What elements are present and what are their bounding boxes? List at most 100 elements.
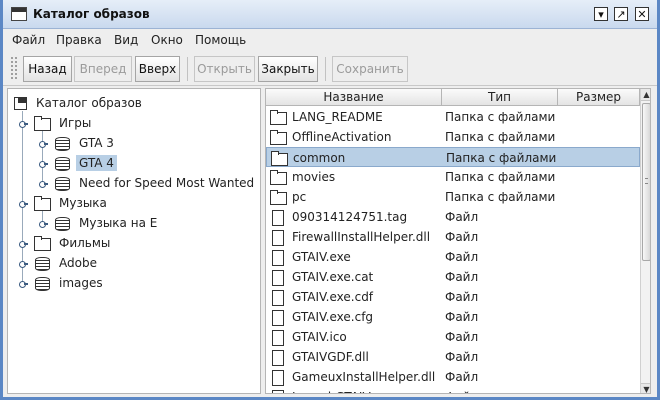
tree-node-label: GTA 3 [79, 136, 114, 150]
file-name: GTAIV.ico [292, 330, 347, 344]
expand-key-icon[interactable] [39, 161, 48, 168]
tree-node-nfs[interactable]: Need for Speed Most Wanted [54, 174, 257, 192]
table-row[interactable]: LaunchGTAIV.exe Файл [266, 387, 640, 393]
table-row[interactable]: GTAIVGDF.dll Файл [266, 347, 640, 367]
disk-icon [54, 216, 70, 231]
tree-node-adobe[interactable]: Adobe [34, 254, 100, 272]
title-bar[interactable]: Каталог образов ▾ ↗ ✕ [3, 0, 657, 29]
file-name: GTAIV.exe [292, 250, 351, 264]
expand-key-icon[interactable] [39, 141, 48, 148]
table-row[interactable]: OfflineActivation Папка с файлами [266, 127, 640, 147]
window-icon [11, 7, 27, 21]
vertical-scrollbar[interactable]: ▲ ▼ [640, 89, 650, 393]
expand-key-icon[interactable] [39, 181, 48, 188]
table-row[interactable]: FirewallInstallHelper.dll Файл [266, 227, 640, 247]
menu-bar: Файл Правка Вид Окно Помощь [3, 29, 657, 51]
file-icon [270, 390, 286, 393]
cell-type: Папка с файлами [445, 190, 556, 204]
open-button[interactable]: Открыть [194, 56, 255, 82]
tree-node-films[interactable]: Фильмы [34, 234, 113, 252]
table-row[interactable]: GTAIV.ico Файл [266, 327, 640, 347]
folder-icon [34, 116, 51, 131]
tree-node-label: Фильмы [59, 236, 111, 250]
file-table[interactable]: Название Тип Размер LANG_README Папка с ф… [265, 88, 651, 394]
table-row[interactable]: GameuxInstallHelper.dll Файл [266, 367, 640, 387]
tree-node-music-e[interactable]: Музыка на E [54, 214, 160, 232]
scroll-down-icon[interactable]: ▼ [641, 383, 650, 393]
cell-type: Файл [445, 350, 479, 364]
cell-name: movies [270, 170, 335, 185]
file-icon [270, 250, 286, 266]
forward-button[interactable]: Вперед [74, 56, 132, 82]
menu-window[interactable]: Окно [151, 33, 183, 47]
tree-root[interactable]: Каталог образов [14, 94, 145, 112]
expand-key-icon[interactable] [39, 221, 48, 228]
file-name: pc [292, 190, 307, 204]
menu-view[interactable]: Вид [114, 33, 138, 47]
expand-key-icon[interactable] [19, 261, 28, 268]
maximize-icon[interactable]: ↗ [614, 7, 628, 21]
disk-icon [54, 176, 70, 191]
file-name: common [293, 151, 346, 165]
column-header-name[interactable]: Название [266, 89, 442, 106]
close-button[interactable]: Закрыть [258, 56, 318, 82]
file-icon [270, 330, 286, 346]
cell-name: GTAIV.exe.cat [270, 270, 373, 286]
cell-type: Файл [445, 210, 479, 224]
table-row[interactable]: GTAIV.exe.cdf Файл [266, 287, 640, 307]
expand-key-icon[interactable] [19, 121, 28, 128]
cell-name: OfflineActivation [270, 130, 391, 145]
tree-node-images[interactable]: images [34, 274, 106, 292]
column-header-size[interactable]: Размер [558, 89, 640, 106]
tree-node-label: Игры [59, 116, 92, 130]
file-name: FirewallInstallHelper.dll [292, 230, 431, 244]
tree-node-music[interactable]: Музыка [34, 194, 110, 212]
catalog-tree[interactable]: Каталог образов Игры GTA 3 GTA 4 Need fo… [7, 88, 261, 394]
floppy-icon [14, 96, 27, 110]
up-button[interactable]: Вверх [135, 56, 180, 82]
table-row[interactable]: GTAIV.exe.cat Файл [266, 267, 640, 287]
menu-file[interactable]: Файл [12, 33, 45, 47]
file-name: GTAIV.exe.cfg [292, 310, 374, 324]
tree-node-gta4[interactable]: GTA 4 [54, 154, 117, 172]
folder-icon [271, 151, 288, 166]
cell-type: Папка с файлами [446, 151, 557, 165]
disk-icon [54, 156, 70, 171]
column-header-type[interactable]: Тип [442, 89, 558, 106]
cell-name: GTAIVGDF.dll [270, 350, 369, 366]
file-name: GTAIVGDF.dll [292, 350, 369, 364]
toolbar-separator [187, 57, 188, 81]
table-row[interactable]: LANG_README Папка с файлами [266, 107, 640, 127]
save-button[interactable]: Сохранить [332, 56, 408, 82]
tree-node-gta3[interactable]: GTA 3 [54, 134, 117, 152]
cell-name: GTAIV.ico [270, 330, 347, 346]
expand-key-icon[interactable] [19, 241, 28, 248]
cell-type: Файл [445, 310, 479, 324]
table-row[interactable]: common Папка с файлами [266, 147, 640, 167]
table-row[interactable]: 090314124751.tag Файл [266, 207, 640, 227]
file-icon [270, 270, 286, 286]
menu-help[interactable]: Помощь [195, 33, 246, 47]
file-name: LANG_README [292, 110, 383, 124]
minimize-icon[interactable]: ▾ [594, 7, 608, 21]
back-button[interactable]: Назад [23, 56, 72, 82]
cell-type: Папка с файлами [445, 110, 556, 124]
tree-node-games[interactable]: Игры [34, 114, 94, 132]
cell-name: pc [270, 190, 307, 205]
table-row[interactable]: movies Папка с файлами [266, 167, 640, 187]
expand-key-icon[interactable] [19, 201, 28, 208]
file-name: GameuxInstallHelper.dll [292, 370, 436, 384]
table-row[interactable]: GTAIV.exe Файл [266, 247, 640, 267]
folder-icon [270, 170, 287, 185]
table-row[interactable]: GTAIV.exe.cfg Файл [266, 307, 640, 327]
tree-node-label: Музыка на E [79, 216, 158, 230]
menu-edit[interactable]: Правка [56, 33, 102, 47]
toolbar-grip[interactable] [10, 56, 18, 80]
table-row[interactable]: pc Папка с файлами [266, 187, 640, 207]
cell-type: Папка с файлами [445, 170, 556, 184]
scroll-up-icon[interactable]: ▲ [641, 89, 650, 101]
tree-node-label: Музыка [59, 196, 107, 210]
expand-key-icon[interactable] [19, 281, 28, 288]
close-icon[interactable]: ✕ [635, 7, 649, 21]
scroll-thumb[interactable] [642, 103, 650, 261]
